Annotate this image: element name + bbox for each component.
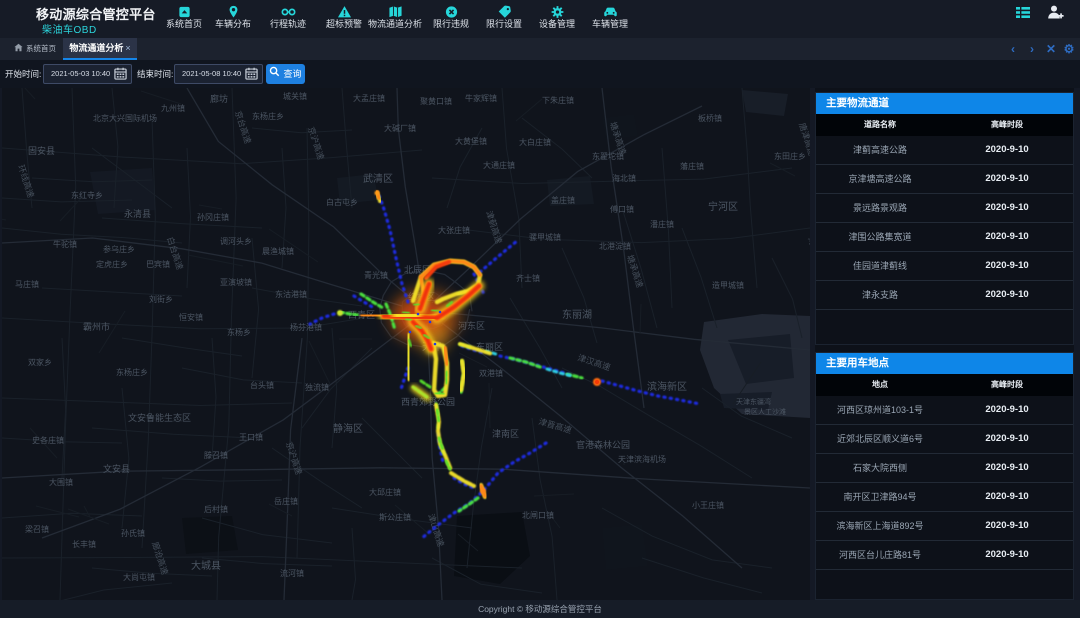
svg-text:静海区: 静海区 — [333, 422, 363, 435]
svg-text:官港森林公园: 官港森林公园 — [576, 439, 630, 450]
svg-text:东红寺乡: 东红寺乡 — [71, 190, 103, 200]
svg-text:固安县: 固安县 — [28, 145, 55, 156]
svg-text:津南区: 津南区 — [492, 428, 519, 439]
svg-text:潘庄镇: 潘庄镇 — [650, 219, 674, 229]
svg-text:大黄堡镇: 大黄堡镇 — [455, 136, 487, 146]
svg-text:北京大兴国际机场: 北京大兴国际机场 — [93, 113, 157, 123]
svg-text:天津滨海机场: 天津滨海机场 — [618, 454, 666, 464]
svg-text:梁召镇: 梁召镇 — [25, 524, 49, 534]
svg-text:大碱厂镇: 大碱厂镇 — [384, 123, 416, 133]
svg-text:大孟庄镇: 大孟庄镇 — [353, 93, 385, 103]
svg-text:板桥镇: 板桥镇 — [698, 113, 722, 123]
svg-text:东沽港镇: 东沽港镇 — [275, 289, 307, 299]
svg-text:齐士镇: 齐士镇 — [516, 273, 540, 283]
svg-text:恒安镇: 恒安镇 — [179, 312, 203, 322]
svg-text:青光镇: 青光镇 — [364, 270, 388, 280]
svg-text:大邱庄镇: 大邱庄镇 — [369, 487, 401, 497]
svg-text:双家乡: 双家乡 — [28, 357, 52, 367]
svg-text:东丽湖: 东丽湖 — [562, 308, 592, 321]
svg-text:大张庄镇: 大张庄镇 — [438, 225, 470, 235]
svg-text:文安县: 文安县 — [103, 463, 130, 474]
svg-text:刘街乡: 刘街乡 — [149, 294, 173, 304]
svg-text:孙氏镇: 孙氏镇 — [121, 528, 145, 538]
svg-text:景区人工沙滩: 景区人工沙滩 — [744, 407, 786, 416]
svg-text:孙冈庄镇: 孙冈庄镇 — [197, 212, 229, 222]
svg-text:王口镇: 王口镇 — [239, 432, 263, 442]
svg-text:岳庄镇: 岳庄镇 — [274, 496, 298, 506]
svg-text:后村镇: 后村镇 — [204, 504, 228, 514]
svg-text:霸州市: 霸州市 — [83, 321, 110, 332]
svg-text:牛家辉镇: 牛家辉镇 — [465, 93, 497, 103]
svg-text:台头镇: 台头镇 — [250, 380, 274, 390]
svg-text:小王庄镇: 小王庄镇 — [692, 500, 724, 510]
svg-text:流河镇: 流河镇 — [280, 568, 304, 578]
svg-text:杨芬港镇: 杨芬港镇 — [290, 322, 322, 332]
svg-text:滕召镇: 滕召镇 — [204, 450, 228, 460]
svg-text:史各庄镇: 史各庄镇 — [32, 435, 64, 445]
svg-text:斯公庄镇: 斯公庄镇 — [379, 512, 411, 522]
svg-text:东杨庄乡: 东杨庄乡 — [116, 367, 148, 377]
svg-text:巴宾镇: 巴宾镇 — [146, 259, 170, 269]
svg-text:牛驼镇: 牛驼镇 — [53, 239, 77, 249]
svg-text:聚黄口镇: 聚黄口镇 — [420, 96, 452, 106]
svg-text:武清区: 武清区 — [363, 172, 393, 185]
svg-text:文安鲁能生态区: 文安鲁能生态区 — [128, 412, 191, 423]
svg-text:盖庄镇: 盖庄镇 — [551, 195, 575, 205]
svg-text:马庄镇: 马庄镇 — [15, 279, 39, 289]
svg-text:大围镇: 大围镇 — [49, 477, 73, 487]
svg-text:独流镇: 独流镇 — [305, 382, 329, 392]
svg-text:大白庄镇: 大白庄镇 — [519, 137, 551, 147]
svg-text:双港镇: 双港镇 — [479, 368, 503, 378]
svg-text:海北镇: 海北镇 — [612, 173, 636, 183]
svg-text:傅口镇: 傅口镇 — [610, 204, 634, 214]
svg-text:亚演坡镇: 亚演坡镇 — [220, 277, 252, 287]
svg-text:北闸口镇: 北闸口镇 — [522, 510, 554, 520]
svg-text:九州镇: 九州镇 — [161, 103, 185, 113]
svg-text:滨海新区: 滨海新区 — [647, 380, 687, 393]
svg-text:宁河区: 宁河区 — [708, 200, 738, 213]
svg-text:藩庄镇: 藩庄镇 — [680, 161, 704, 171]
svg-text:晨渔城镇: 晨渔城镇 — [262, 246, 294, 256]
svg-text:大通庄镇: 大通庄镇 — [483, 160, 515, 170]
svg-text:定虎庄乡: 定虎庄乡 — [96, 259, 128, 269]
svg-text:白古屯乡: 白古屯乡 — [326, 197, 358, 207]
svg-text:河东区: 河东区 — [458, 320, 485, 331]
svg-text:造甲城镇: 造甲城镇 — [712, 280, 744, 290]
svg-text:长丰镇: 长丰镇 — [72, 539, 96, 549]
svg-text:城关镇: 城关镇 — [283, 91, 307, 101]
svg-text:永清县: 永清县 — [124, 208, 151, 219]
svg-text:天津东疆湾: 天津东疆湾 — [736, 397, 771, 406]
svg-text:东杨庄乡: 东杨庄乡 — [252, 111, 284, 121]
svg-text:骡甲城镇: 骡甲城镇 — [529, 232, 561, 242]
svg-text:北港淀镇: 北港淀镇 — [599, 241, 631, 251]
svg-text:调河头乡: 调河头乡 — [220, 236, 252, 246]
svg-text:廊坊: 廊坊 — [210, 93, 228, 104]
svg-text:参乌庄乡: 参乌庄乡 — [103, 244, 135, 254]
svg-text:下朱庄镇: 下朱庄镇 — [542, 95, 574, 105]
svg-text:东田庄乡: 东田庄乡 — [774, 151, 806, 161]
svg-text:大城县: 大城县 — [191, 559, 221, 572]
svg-text:大尚屯镇: 大尚屯镇 — [123, 572, 155, 582]
svg-text:东杨乡: 东杨乡 — [227, 327, 251, 337]
